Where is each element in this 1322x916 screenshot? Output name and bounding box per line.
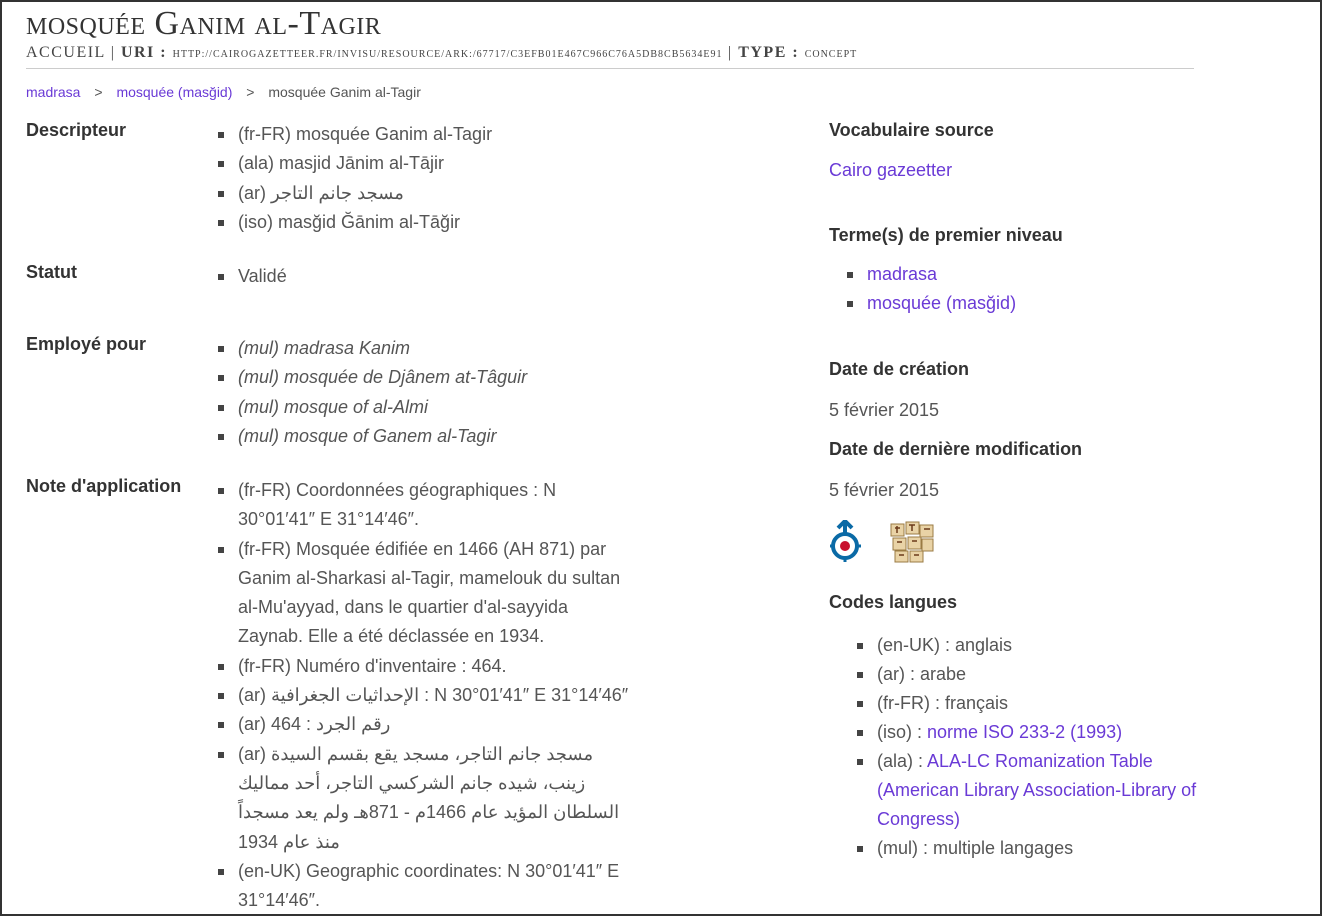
list-item: (mul) madrasa Kanim (217, 334, 527, 363)
creation-value: 5 février 2015 (829, 400, 940, 420)
breadcrumb-mosquee[interactable]: mosquée (masğid) (116, 84, 232, 100)
list-item: (mul) mosquée de Djânem at-Tâguir (217, 363, 527, 392)
vocab-link[interactable]: Cairo gazeetter (829, 160, 952, 181)
glyph-tiles-icon[interactable] (889, 520, 935, 569)
external-icons (829, 518, 935, 569)
breadcrumb-separator: > (94, 84, 103, 100)
list-item: (ar) مسجد جانم التاجر (217, 179, 492, 208)
list-item: Validé (218, 262, 287, 291)
accueil-link[interactable]: Accueil (26, 44, 105, 61)
list-item: (ar) مسجد جانم التاجر، مسجد يقع بقسم الس… (218, 740, 630, 857)
term-link-mosquee[interactable]: mosquée (masğid) (867, 293, 1016, 313)
iso-norm-link[interactable]: norme ISO 233-2 (1993) (927, 722, 1122, 742)
employe-label: Employé pour (26, 334, 147, 354)
list-item: (mul) : multiple langages (857, 834, 1197, 863)
list-item: (mul) mosque of Ganem al-Tagir (217, 422, 527, 451)
list-item: (fr-FR) mosquée Ganim al-Tagir (217, 120, 492, 149)
wikimedia-commons-icon[interactable] (829, 518, 863, 569)
page-header: mosquée Ganim al-Tagir Accueil | URI : h… (26, 2, 1194, 69)
code-prefix: (mul) : (877, 838, 933, 858)
list-item[interactable]: mosquée (masğid) (846, 289, 1016, 318)
list-item: (fr-FR) Mosquée édifiée en 1466 (AH 871)… (218, 535, 630, 652)
type-value: concept (804, 49, 858, 60)
statut-label: Statut (26, 262, 77, 282)
code-prefix: (ala) : (877, 751, 928, 771)
list-item: (ar) رقم الجرد : 464 (218, 710, 630, 739)
list-item: (fr-FR) Coordonnées géographiques : N 30… (218, 476, 630, 535)
page-title: mosquée Ganim al-Tagir (26, 5, 382, 42)
modif-label: Date de dernière modification (829, 439, 1083, 459)
terms-list: madrasa mosquée (masğid) (829, 260, 1016, 318)
terms-label: Terme(s) de premier niveau (829, 225, 1063, 245)
descripteur-label: Descripteur (26, 120, 127, 140)
code-text: arabe (920, 664, 967, 684)
code-prefix: (en-UK) : (877, 635, 956, 655)
list-item: (iso) : norme ISO 233-2 (1993) (857, 718, 1197, 747)
note-section: Note d'application (fr-FR) Coordonnées g… (26, 472, 630, 915)
header-meta: Accueil | URI : http://cairogazetteer.fr… (26, 44, 1194, 69)
note-label: Note d'application (26, 476, 182, 496)
list-item: (ala) : ALA-LC Romanization Table (Ameri… (857, 747, 1197, 834)
vocab-label: Vocabulaire source (829, 120, 994, 140)
statut-section: Statut Validé (26, 258, 287, 291)
list-item: (iso) masğid Ğānim al-Tāğir (217, 208, 492, 237)
code-text: multiple langages (933, 838, 1074, 858)
uri-label: URI : (120, 44, 168, 61)
breadcrumb-madrasa[interactable]: madrasa (26, 84, 80, 100)
list-item[interactable]: madrasa (846, 260, 1016, 289)
list-item: (fr-FR) Numéro d'inventaire : 464. (218, 652, 630, 681)
list-item: (en-UK) : anglais (857, 631, 1197, 660)
descripteur-section: Descripteur (fr-FR) mosquée Ganim al-Tag… (26, 116, 492, 237)
list-item: (en-UK) Geographic coordinates: N 30°01′… (218, 857, 630, 916)
breadcrumb: madrasa > mosquée (masğid) > mosquée Gan… (26, 84, 421, 100)
modif-value: 5 février 2015 (829, 480, 940, 500)
breadcrumb-current: mosquée Ganim al-Tagir (268, 84, 421, 100)
uri-value: http://cairogazetteer.fr/invisu/resource… (172, 49, 723, 60)
code-prefix: (iso) : (877, 722, 928, 742)
codes-list: (en-UK) : anglais (ar) : arabe (fr-FR) :… (829, 631, 1197, 863)
type-label: TYPE : (738, 44, 800, 61)
code-text: anglais (955, 635, 1013, 655)
list-item: (fr-FR) : français (857, 689, 1197, 718)
term-link-madrasa[interactable]: madrasa (867, 264, 937, 284)
code-text: français (944, 693, 1009, 713)
list-item: (ala) masjid Jānim al-Tājir (217, 149, 492, 178)
list-item: (mul) mosque of al-Almi (217, 393, 527, 422)
list-item: (ar) : arabe (857, 660, 1197, 689)
codes-label: Codes langues (829, 592, 958, 612)
breadcrumb-separator: > (246, 84, 255, 100)
list-item: (ar) الإحداثيات الجغرافية : N 30°01′41″ … (218, 681, 630, 710)
code-prefix: (fr-FR) : (877, 693, 945, 713)
code-prefix: (ar) : (877, 664, 920, 684)
employe-section: Employé pour (mul) madrasa Kanim (mul) m… (26, 330, 527, 451)
creation-label: Date de création (829, 359, 970, 379)
